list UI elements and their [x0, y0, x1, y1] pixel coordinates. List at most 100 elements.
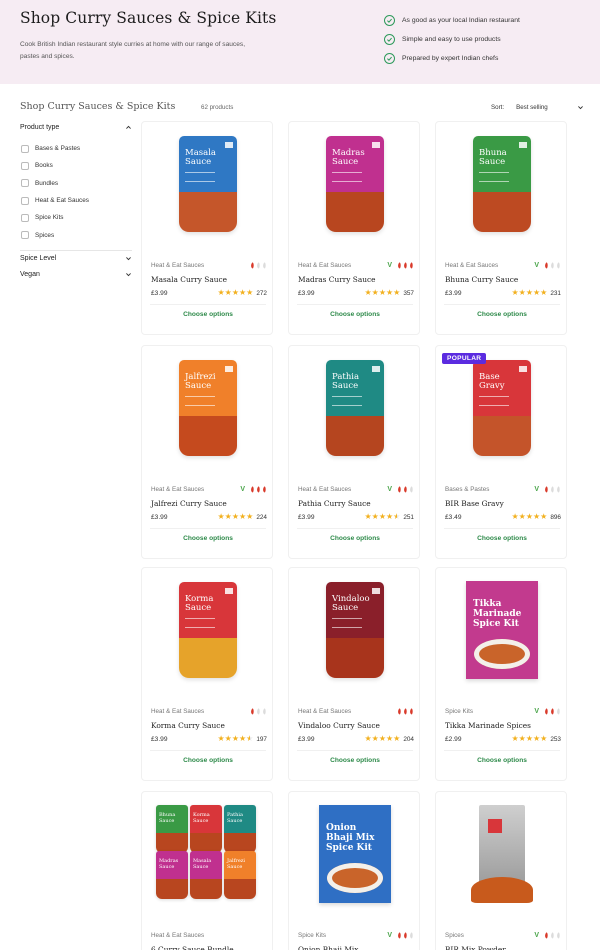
filter-option-bases-pastes[interactable]: Bases & Pastes: [21, 140, 89, 157]
product-card[interactable]: Onion Bhaji Mix Spice Kit Spice Kits V Onion …: [288, 791, 420, 950]
review-count: 197: [256, 735, 267, 743]
product-name[interactable]: Bhuna Curry Sauce: [445, 275, 518, 284]
star-icon: ★: [540, 734, 548, 743]
product-name[interactable]: Jalfrezi Curry Sauce: [151, 499, 227, 508]
product-name[interactable]: BIR Base Gravy: [445, 499, 504, 508]
star-icon: ★: [532, 288, 541, 297]
chili-icon: [263, 486, 266, 493]
checkbox[interactable]: [21, 213, 29, 222]
product-card[interactable]: Tikka Marinade Spice Kit Spice Kits V Tikka M…: [435, 567, 567, 781]
product-card[interactable]: Jalfrezi Sauce Heat & Eat Sauces V Jalfrezi …: [141, 345, 273, 559]
product-category: Spice Kits: [298, 932, 326, 939]
benefit-item: Prepared by expert Indian chefs: [384, 49, 520, 68]
product-card[interactable]: Base Gravy POPULAR Bases & Pastes V BIR Base …: [435, 345, 567, 559]
chili-icon: [551, 262, 554, 269]
product-category: Heat & Eat Sauces: [151, 262, 205, 269]
chili-icon: [251, 708, 254, 715]
bundle-pouch-name: Korma Sauce: [193, 812, 210, 824]
vegan-leaf-icon: V: [534, 262, 539, 269]
chili-icon: [410, 486, 413, 493]
star-icon: ★: [518, 288, 526, 297]
choose-options-button[interactable]: Choose options: [150, 528, 266, 548]
filter-option-spices[interactable]: Spices: [21, 226, 89, 243]
spice-kit-box: Tikka Marinade Spice Kit: [466, 581, 538, 679]
product-price: £3.99: [151, 289, 168, 297]
choose-options-button[interactable]: Choose options: [297, 528, 413, 548]
heat-indicator: V: [240, 486, 267, 493]
choose-options-button[interactable]: Choose options: [444, 528, 560, 548]
product-card[interactable]: Bhuna Sauce Korma Sauce Pathia Sauce Madras Sau…: [141, 791, 273, 950]
product-image[interactable]: [436, 792, 568, 916]
checkbox[interactable]: [21, 196, 29, 205]
product-name[interactable]: Pathia Curry Sauce: [298, 499, 371, 508]
pouch-text-lines: [185, 396, 215, 406]
checkbox[interactable]: [21, 161, 29, 170]
product-image[interactable]: Korma Sauce: [142, 568, 274, 692]
star-icon: ★: [385, 734, 394, 743]
kit-name: Tikka Marinade Spice Kit: [473, 599, 522, 629]
heat-indicator: V: [534, 708, 561, 715]
choose-options-button[interactable]: Choose options: [444, 304, 560, 324]
filter-option-spice-kits[interactable]: Spice Kits: [21, 209, 89, 226]
chili-icon: [404, 486, 407, 493]
product-name[interactable]: Onion Bhaji Mix: [298, 945, 358, 950]
heat-indicator: V: [534, 486, 561, 493]
pouch-name: Madras Sauce: [332, 148, 365, 167]
product-card[interactable]: Masala Sauce Heat & Eat Sauces Masala Curry…: [141, 121, 273, 335]
product-image[interactable]: Jalfrezi Sauce: [142, 346, 274, 470]
chili-icon: [251, 486, 254, 493]
chevron-up-icon: [126, 125, 131, 129]
checkbox[interactable]: [21, 144, 29, 153]
product-image[interactable]: Bhuna Sauce Korma Sauce Pathia Sauce Madras Sau…: [142, 792, 274, 916]
product-name[interactable]: BIR Mix Powder: [445, 945, 506, 950]
chili-icon: [398, 932, 401, 939]
filter-vegan-toggle[interactable]: Vegan: [20, 271, 132, 278]
sort-control[interactable]: Sort: Best selling: [491, 104, 584, 111]
product-name[interactable]: Masala Curry Sauce: [151, 275, 227, 284]
product-card[interactable]: Vindaloo Sauce Heat & Eat Sauces Vindaloo C…: [288, 567, 420, 781]
product-image[interactable]: Tikka Marinade Spice Kit: [436, 568, 568, 692]
filter-option-bundles[interactable]: Bundles: [21, 175, 89, 192]
filter-option-heat-eat[interactable]: Heat & Eat Sauces: [21, 192, 89, 209]
sort-select[interactable]: Best selling: [516, 104, 584, 111]
checkbox[interactable]: [21, 179, 29, 188]
product-image[interactable]: Madras Sauce: [289, 122, 421, 246]
option-label: Bases & Pastes: [35, 145, 81, 153]
product-name[interactable]: Tikka Marinade Spices: [445, 721, 531, 730]
price-row: £2.99 ★ ★ ★ ★ ★ 253: [445, 735, 561, 743]
checkbox[interactable]: [21, 231, 29, 240]
product-card[interactable]: Spices V BIR Mix Powder: [435, 791, 567, 950]
product-card[interactable]: Pathia Sauce Heat & Eat Sauces V Pathia Curr…: [288, 345, 420, 559]
review-count: 251: [403, 513, 414, 521]
product-image[interactable]: Vindaloo Sauce: [289, 568, 421, 692]
product-image[interactable]: Base Gravy: [436, 346, 568, 470]
product-card[interactable]: Madras Sauce Heat & Eat Sauces V Madras Curr…: [288, 121, 420, 335]
product-name[interactable]: Madras Curry Sauce: [298, 275, 376, 284]
product-image[interactable]: Onion Bhaji Mix Spice Kit: [289, 792, 421, 916]
product-price: £3.99: [151, 513, 168, 521]
filter-spice-level-toggle[interactable]: Spice Level: [20, 255, 132, 262]
choose-options-button[interactable]: Choose options: [150, 750, 266, 770]
product-name[interactable]: Korma Curry Sauce: [151, 721, 225, 730]
product-pouch: Masala Sauce: [179, 136, 237, 232]
product-name[interactable]: Vindaloo Curry Sauce: [298, 721, 380, 730]
choose-options-button[interactable]: Choose options: [297, 304, 413, 324]
filter-title: Spice Level: [20, 255, 57, 262]
product-image[interactable]: Bhuna Sauce: [436, 122, 568, 246]
product-image[interactable]: Masala Sauce: [142, 122, 274, 246]
product-card[interactable]: Bhuna Sauce Heat & Eat Sauces V Bhuna Curry …: [435, 121, 567, 335]
choose-options-button[interactable]: Choose options: [150, 304, 266, 324]
product-name[interactable]: 6 Curry Sauce Bundle: [151, 945, 234, 950]
brand-logo: [225, 366, 233, 372]
filter-option-books[interactable]: Books: [21, 157, 89, 174]
pouch-sauce-window: [326, 191, 384, 232]
choose-options-button[interactable]: Choose options: [444, 750, 560, 770]
choose-options-button[interactable]: Choose options: [297, 750, 413, 770]
option-label: Books: [35, 162, 53, 170]
product-image[interactable]: Pathia Sauce: [289, 346, 421, 470]
benefit-text: As good as your local Indian restaurant: [402, 17, 520, 24]
product-card[interactable]: Korma Sauce Heat & Eat Sauces Korma Curry S…: [141, 567, 273, 781]
filter-product-type-toggle[interactable]: Product type: [20, 124, 132, 131]
heat-indicator: [249, 262, 267, 269]
star-icon: ★: [238, 288, 247, 297]
